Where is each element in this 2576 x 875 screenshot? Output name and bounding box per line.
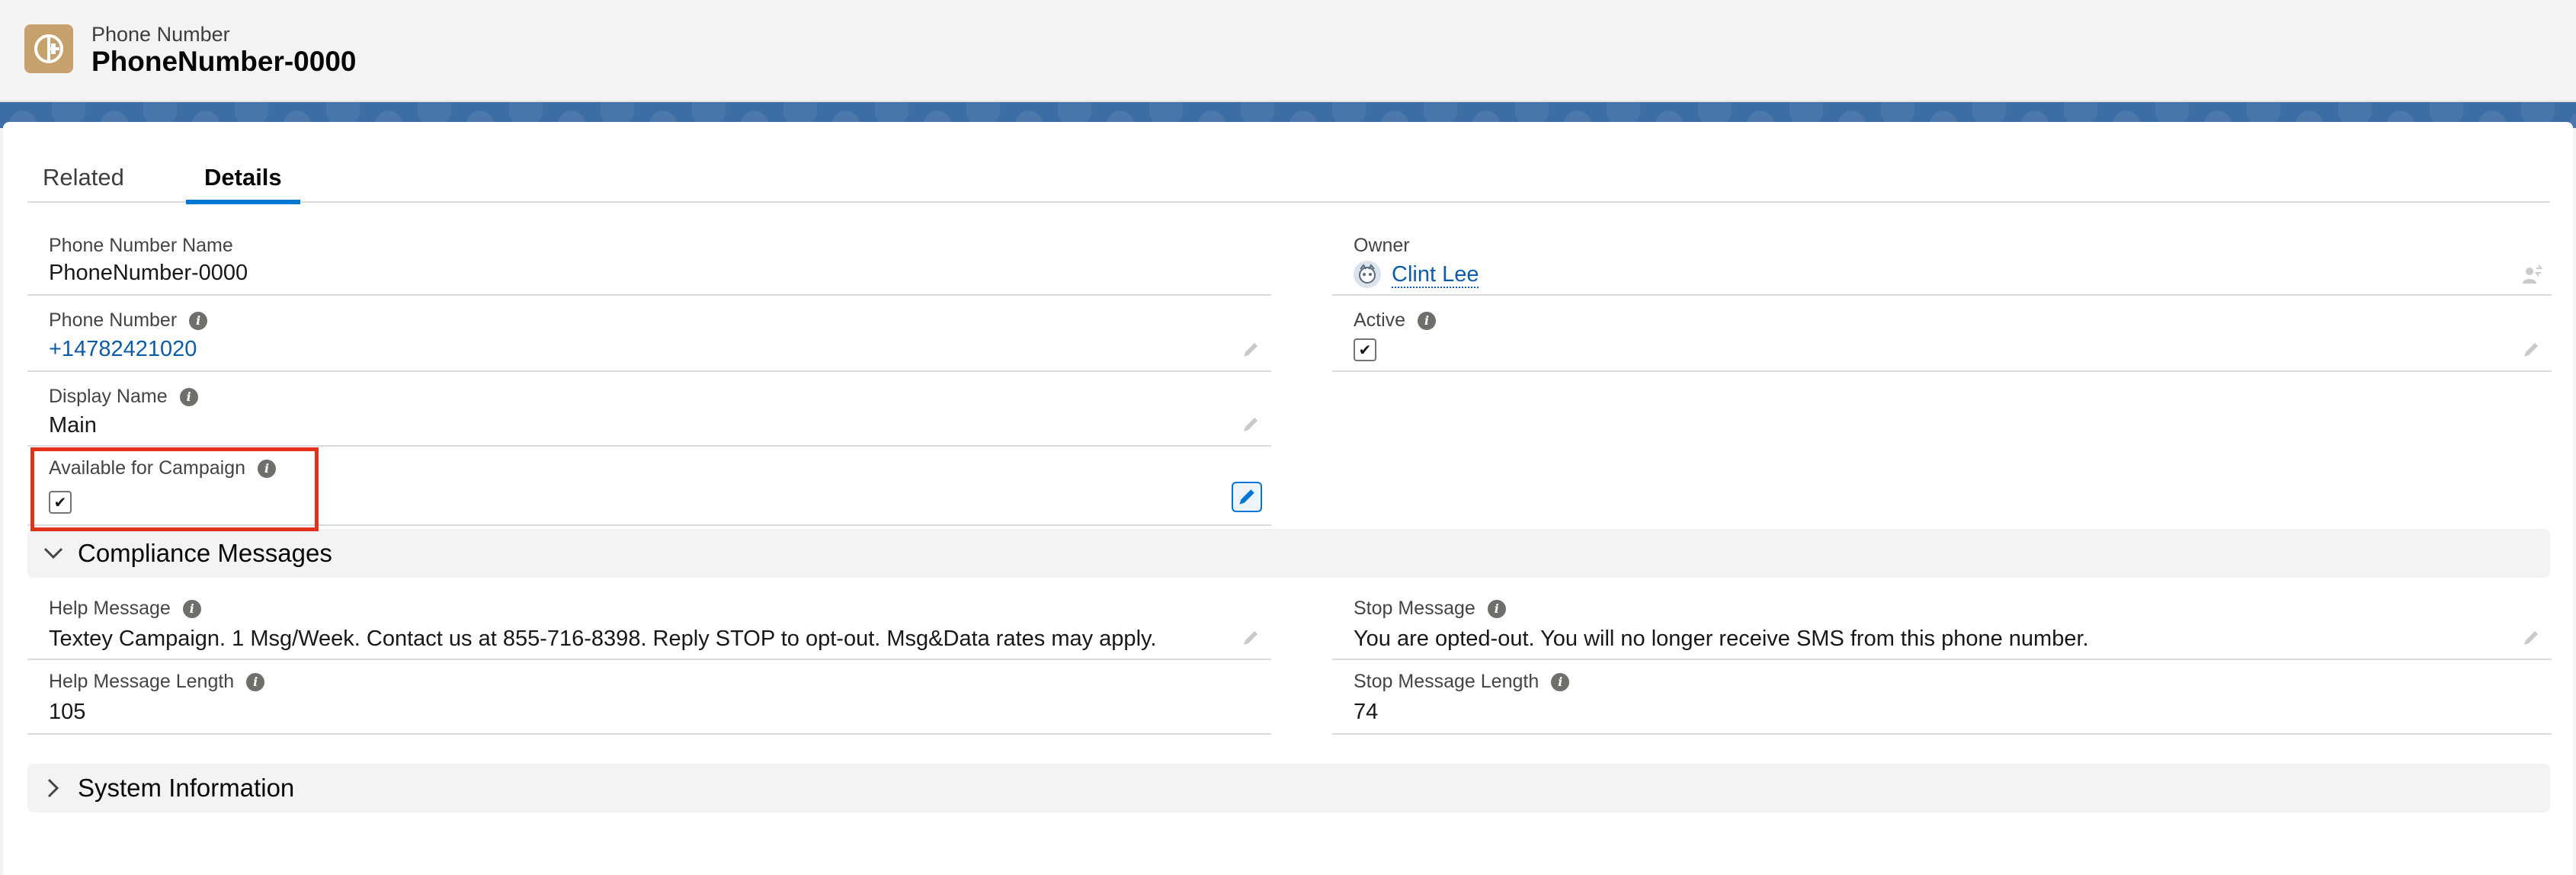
tab-details[interactable]: Details [186, 152, 300, 204]
info-icon[interactable]: i [246, 672, 265, 691]
field-value: You are opted-out. You will no longer re… [1354, 627, 2089, 651]
field-value: 74 [1354, 700, 1379, 724]
section-title: System Information [78, 774, 295, 802]
section-compliance-messages[interactable]: Compliance Messages [27, 529, 2550, 578]
field-label: Help Message [49, 598, 171, 619]
field-phone-number-name: Phone Number Name PhoneNumber-0000 [27, 224, 1271, 296]
field-label: Stop Message [1354, 598, 1475, 619]
owner-link[interactable]: Clint Lee [1392, 262, 1479, 288]
field-label: Stop Message Length [1354, 671, 1540, 692]
edit-pencil-icon[interactable] [1239, 413, 1262, 436]
section-system-information[interactable]: System Information [27, 764, 2550, 812]
edit-pencil-icon[interactable] [1239, 338, 1262, 361]
tab-bar: Related Details [27, 152, 2550, 204]
record-title: PhoneNumber-0000 [91, 46, 357, 77]
phone-number-link[interactable]: +14782421020 [49, 337, 197, 362]
change-owner-icon[interactable] [2520, 264, 2542, 287]
edit-pencil-icon[interactable] [1232, 482, 1262, 512]
info-icon[interactable]: i [1551, 672, 1570, 691]
record-header: Phone Number PhoneNumber-0000 [0, 0, 2576, 102]
field-label-row: Stop Message i [1354, 598, 1506, 620]
edit-pencil-icon[interactable] [2520, 338, 2542, 361]
field-help-message-length: Help Message Length i 105 [27, 663, 1271, 735]
field-label: Active [1354, 309, 1406, 331]
phone-number-object-icon [24, 24, 73, 73]
chevron-right-icon [41, 776, 66, 800]
field-stop-message: Stop Message i You are opted-out. You wi… [1332, 588, 2552, 660]
info-icon[interactable]: i [182, 599, 201, 618]
field-label: Phone Number Name [49, 235, 233, 256]
field-label-row: Display Name i [49, 386, 198, 408]
field-label-row: Active i [1354, 309, 1437, 332]
field-label-row: Phone Number i [49, 309, 208, 332]
field-owner: Owner Clint Lee [1332, 224, 2552, 296]
field-value: Textey Campaign. 1 Msg/Week. Contact us … [49, 627, 1157, 651]
field-active: Active i ✔ [1332, 299, 2552, 372]
field-label-row: Stop Message Length i [1354, 671, 1570, 693]
field-value: Main [49, 413, 97, 438]
highlight-box [30, 447, 319, 531]
owner-avatar-icon [1354, 261, 1381, 288]
field-display-name: Display Name i Main [27, 375, 1271, 447]
record-detail-card: Related Details Phone Number Name PhoneN… [3, 122, 2573, 875]
field-label: Phone Number [49, 309, 178, 331]
active-checkbox[interactable]: ✔ [1354, 338, 1376, 361]
edit-pencil-icon[interactable] [1239, 627, 1262, 649]
field-value: PhoneNumber-0000 [49, 261, 248, 285]
chevron-down-icon [41, 541, 66, 566]
field-phone-number: Phone Number i +14782421020 [27, 299, 1271, 372]
edit-pencil-icon[interactable] [2520, 627, 2542, 649]
field-label-row: Help Message i [49, 598, 201, 620]
section-title: Compliance Messages [78, 539, 332, 567]
tab-related[interactable]: Related [43, 152, 124, 203]
field-label-row: Help Message Length i [49, 671, 265, 693]
field-label: Help Message Length [49, 671, 235, 692]
field-label: Display Name [49, 386, 168, 407]
info-icon[interactable]: i [1487, 599, 1506, 618]
info-icon[interactable]: i [179, 387, 198, 406]
field-value: 105 [49, 700, 86, 724]
field-help-message: Help Message i Textey Campaign. 1 Msg/We… [27, 588, 1271, 660]
info-icon[interactable]: i [189, 311, 208, 330]
field-label: Owner [1354, 235, 1410, 256]
info-icon[interactable]: i [1418, 311, 1437, 330]
field-stop-message-length: Stop Message Length i 74 [1332, 663, 2552, 735]
object-type-label: Phone Number [91, 23, 230, 46]
